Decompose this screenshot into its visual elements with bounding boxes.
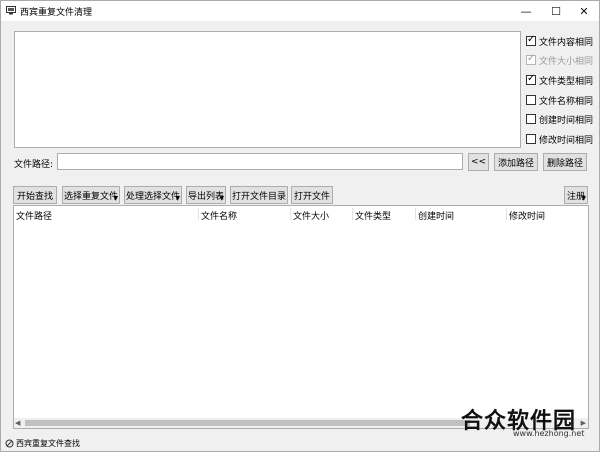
path-input[interactable] — [57, 153, 463, 170]
option-label: 文件内容相同 — [539, 37, 594, 48]
column-divider[interactable] — [198, 208, 199, 220]
minimize-button[interactable]: — — [511, 1, 541, 21]
option-same-size: 文件大小相同 — [526, 53, 593, 67]
file-list[interactable]: 文件路径 文件名称 文件大小 文件类型 创建时间 修改时间 ◀ ▶ — [13, 205, 589, 429]
column-divider[interactable] — [506, 208, 507, 220]
open-directory-button[interactable]: 打开文件目录 — [230, 186, 288, 204]
column-divider[interactable] — [290, 208, 291, 220]
option-same-modified[interactable]: 修改时间相同 — [526, 132, 593, 146]
option-label: 文件名称相同 — [539, 96, 594, 107]
status-text: 西宾重复文件查找 — [16, 439, 80, 448]
start-search-button[interactable]: 开始查找 — [13, 186, 57, 204]
column-header-created[interactable]: 创建时间 — [418, 209, 454, 222]
export-list-button[interactable]: 导出列表 ▼ — [186, 186, 226, 204]
remove-path-button[interactable]: 删除路径 — [543, 153, 587, 171]
select-duplicates-label: 选择重复文件 — [63, 191, 118, 202]
option-same-created[interactable]: 创建时间相同 — [526, 112, 593, 126]
register-button[interactable]: 注册 ▼ — [564, 186, 588, 204]
checkbox-same-name[interactable] — [526, 95, 536, 105]
maximize-button[interactable]: ☐ — [541, 1, 571, 21]
scrollbar-thumb[interactable] — [25, 420, 470, 426]
option-label: 文件大小相同 — [539, 56, 594, 67]
column-header-modified[interactable]: 修改时间 — [509, 209, 545, 222]
list-header: 文件路径 文件名称 文件大小 文件类型 创建时间 修改时间 — [14, 206, 588, 222]
select-duplicates-button[interactable]: 选择重复文件 ▼ — [62, 186, 120, 204]
scroll-left-icon[interactable]: ◀ — [15, 419, 20, 427]
column-header-type[interactable]: 文件类型 — [355, 209, 391, 222]
column-header-path[interactable]: 文件路径 — [16, 209, 52, 222]
window-title: 西宾重复文件清理 — [20, 8, 93, 18]
process-selected-label: 处理选择文件 — [125, 191, 180, 202]
option-same-type[interactable]: 文件类型相同 — [526, 73, 593, 87]
path-label: 文件路径: — [14, 160, 54, 170]
process-selected-button[interactable]: 处理选择文件 ▼ — [124, 186, 182, 204]
title-bar: 西宾重复文件清理 — ☐ ✕ — [1, 1, 599, 21]
dropdown-caret-icon: ▼ — [175, 195, 180, 202]
open-file-button[interactable]: 打开文件 — [291, 186, 333, 204]
option-label: 创建时间相同 — [539, 115, 594, 126]
checkbox-same-size — [526, 53, 536, 65]
file-drop-area[interactable] — [14, 31, 521, 148]
checkbox-same-created[interactable] — [526, 114, 536, 124]
column-header-size[interactable]: 文件大小 — [293, 209, 329, 222]
watermark: 合众软件园 www.hezhong.net — [453, 403, 600, 452]
browse-button[interactable]: << — [468, 153, 489, 171]
option-same-content[interactable]: 文件内容相同 — [526, 34, 593, 48]
option-label: 文件类型相同 — [539, 76, 594, 87]
option-label: 修改时间相同 — [539, 135, 594, 146]
dropdown-caret-icon: ▼ — [581, 195, 586, 202]
column-divider[interactable] — [352, 208, 353, 220]
column-header-name[interactable]: 文件名称 — [201, 209, 237, 222]
column-divider[interactable] — [415, 208, 416, 220]
checkbox-same-content[interactable] — [526, 34, 536, 46]
watermark-url: www.hezhong.net — [513, 429, 585, 438]
checkbox-same-type[interactable] — [526, 73, 536, 85]
dropdown-caret-icon: ▼ — [113, 195, 118, 202]
close-button[interactable]: ✕ — [569, 1, 599, 21]
checkbox-same-modified[interactable] — [526, 134, 536, 144]
dropdown-caret-icon: ▼ — [219, 195, 224, 202]
app-window: 西宾重复文件清理 — ☐ ✕ 文件内容相同 文件大小相同 文件类型相同 文件名称… — [0, 0, 600, 452]
option-same-name[interactable]: 文件名称相同 — [526, 93, 593, 107]
app-icon — [6, 6, 16, 15]
status-icon — [5, 439, 14, 448]
add-path-button[interactable]: 添加路径 — [494, 153, 538, 171]
